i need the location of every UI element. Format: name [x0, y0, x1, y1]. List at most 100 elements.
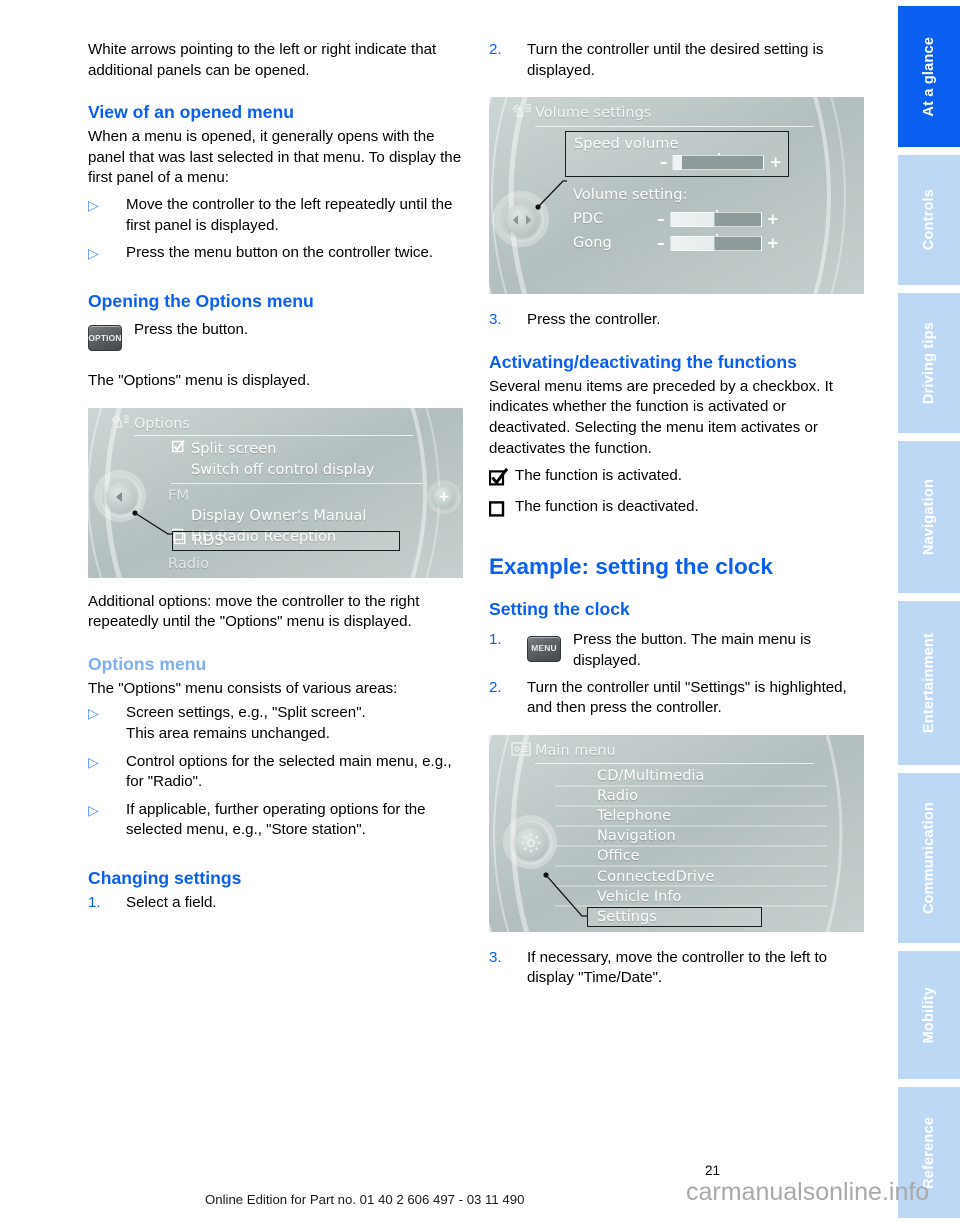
plus-icon[interactable]: +	[767, 211, 780, 227]
checkbox-unchecked-icon	[173, 531, 187, 551]
slider-track[interactable]	[669, 233, 762, 251]
gong-row[interactable]: Gong – +	[573, 233, 799, 253]
heading-options-menu: Options menu	[88, 653, 207, 674]
activating-body: Several menu items are preceded by a che…	[489, 377, 833, 457]
sidebar-tab-driving-tips[interactable]: Driving tips	[898, 293, 960, 433]
list-item-label: RDS	[193, 531, 224, 549]
sidebar-tab-controls[interactable]: Controls	[898, 155, 960, 285]
list-item: 2. Turn the controller until the desired…	[489, 40, 864, 81]
list-item-label: If necessary, move the controller to the…	[527, 948, 828, 987]
plus-icon[interactable]: +	[767, 235, 780, 251]
right-column: 2. Turn the controller until the desired…	[488, 40, 864, 989]
list-item: ▷ Move the controller to the left repeat…	[88, 195, 463, 236]
bullet-triangle-icon: ▷	[88, 196, 99, 213]
list-item-label: Turn the controller until the desired se…	[527, 41, 824, 79]
sidebar-tab-navigation[interactable]: Navigation	[898, 441, 960, 593]
checkbox-activated-text: The function is activated.	[515, 467, 682, 485]
list-item: Radio	[168, 554, 209, 574]
sidebar-tab-entertainment[interactable]: Entertainment	[898, 601, 960, 765]
heading-activating-functions: Activating/deactivating the functions	[489, 351, 797, 372]
controller-knob[interactable]	[506, 204, 538, 237]
slider-track[interactable]	[672, 153, 765, 171]
sidebar-tab-label: At a glance	[921, 36, 937, 117]
list-item: ▷ If applicable, further operating optio…	[88, 800, 463, 841]
list-item: 3. Press the controller.	[489, 310, 864, 331]
minus-icon[interactable]: –	[657, 211, 665, 227]
checkbox-activated-row: The function is activated.	[488, 466, 864, 493]
main-menu-list: CD/Multimedia Radio Telephone Navigation…	[597, 766, 827, 907]
list-item-selected[interactable]: Settings	[587, 906, 762, 927]
option-button-text: Press the button.	[134, 320, 249, 338]
list-item[interactable]: Office	[597, 846, 827, 866]
volume-settings-screenshot: Volume settings Speed volume – + Volume …	[489, 97, 864, 295]
list-item[interactable]: Switch off control display	[172, 460, 387, 481]
plus-icon: +	[438, 488, 450, 505]
menu-button-text: Press the button. The main menu is displ…	[573, 631, 811, 669]
speed-volume-slider[interactable]: – +	[660, 153, 782, 171]
pdc-row[interactable]: PDC – +	[573, 209, 799, 229]
checkbox-unchecked-icon	[488, 497, 515, 524]
plus-button[interactable]: +	[433, 485, 455, 508]
list-item[interactable]: Navigation	[597, 826, 827, 846]
sidebar-tab-label: Navigation	[921, 478, 937, 556]
list-item: 1. Select a field.	[88, 893, 463, 914]
plus-icon[interactable]: +	[769, 155, 782, 170]
list-item-label: Split screen	[191, 440, 277, 458]
speed-volume-panel[interactable]: Speed volume – +	[565, 131, 789, 178]
page-number: 21	[705, 1163, 721, 1178]
sidebar-tab-label: Communication	[921, 801, 937, 915]
list-item[interactable]: ConnectedDrive	[597, 867, 827, 887]
list-item-label: Office	[597, 847, 640, 865]
option-button-icon[interactable]: OPTION	[88, 325, 122, 352]
list-item: ▷ Screen settings, e.g., "Split screen".	[88, 703, 463, 724]
screen-header: Main menu	[489, 735, 864, 765]
list-item-label: Settings	[597, 907, 657, 925]
speaker-settings-icon	[511, 103, 533, 126]
radio-signal-icon	[110, 414, 130, 437]
list-item-label: If applicable, further operating options…	[126, 800, 426, 839]
list-item: 3. If necessary, move the controller to …	[489, 948, 864, 989]
controller-knob[interactable]	[106, 481, 136, 512]
menu-button-icon[interactable]: MENU	[527, 635, 561, 662]
additional-options-text: Additional options: move the controller …	[88, 592, 420, 631]
sidebar-tab-mobility[interactable]: Mobility	[898, 951, 960, 1079]
left-right-arrow-icon	[513, 215, 531, 226]
list-number: 2.	[489, 678, 502, 696]
list-menu-icon	[511, 741, 533, 764]
minus-icon[interactable]: –	[657, 235, 665, 251]
view-body-paragraph: When a menu is opened, it generally open…	[88, 128, 462, 187]
list-item-label: Navigation	[597, 827, 676, 845]
heading-opening-options-menu: Opening the Options menu	[88, 290, 314, 311]
list-item-sub: This area remains unchanged.	[126, 725, 330, 743]
slider-track[interactable]	[669, 209, 762, 227]
list-item-label: Radio	[597, 786, 639, 804]
sidebar-tabs: At a glance Controls Driving tips Naviga…	[880, 0, 960, 1222]
menu-button-instruction: 1. MENU Press the button. The main menu …	[489, 630, 864, 671]
list-item[interactable]: CD/Multimedia	[597, 766, 827, 786]
bullet-triangle-icon: ▷	[88, 705, 99, 722]
list-item-selected[interactable]: RDS	[172, 530, 400, 551]
speed-volume-label: Speed volume	[574, 135, 679, 153]
sidebar-tab-label: Entertainment	[921, 632, 937, 734]
footer-text: Online Edition for Part no. 01 40 2 606 …	[205, 1192, 525, 1207]
sidebar-tab-communication[interactable]: Communication	[898, 773, 960, 943]
intro-paragraph: White arrows pointing to the left or rig…	[88, 41, 437, 79]
list-item[interactable]: Telephone	[597, 806, 827, 826]
sidebar-tab-at-a-glance[interactable]: At a glance	[898, 6, 960, 147]
list-item[interactable]: Vehicle Info	[597, 887, 827, 907]
list-item: ▷ Control options for the selected main …	[88, 752, 463, 793]
checkbox-deactivated-row: The function is deactivated.	[488, 497, 864, 524]
sidebar-tab-label: Mobility	[921, 986, 937, 1044]
minus-icon[interactable]: –	[660, 155, 668, 170]
list-item[interactable]: Split screen	[171, 439, 387, 460]
list-item[interactable]: Display Owner's Manual	[172, 506, 387, 527]
heading-changing-settings: Changing settings	[88, 867, 242, 888]
gear-icon[interactable]	[515, 826, 547, 859]
bullet-triangle-icon: ▷	[88, 801, 99, 818]
heading-view-of-opened-menu: View of an opened menu	[88, 102, 294, 123]
list-item[interactable]: Radio	[597, 786, 827, 806]
bullet-triangle-icon: ▷	[88, 753, 99, 770]
left-column: White arrows pointing to the left or rig…	[88, 40, 463, 914]
gong-label: Gong	[573, 234, 612, 252]
heading-setting-the-clock: Setting the clock	[489, 599, 630, 620]
